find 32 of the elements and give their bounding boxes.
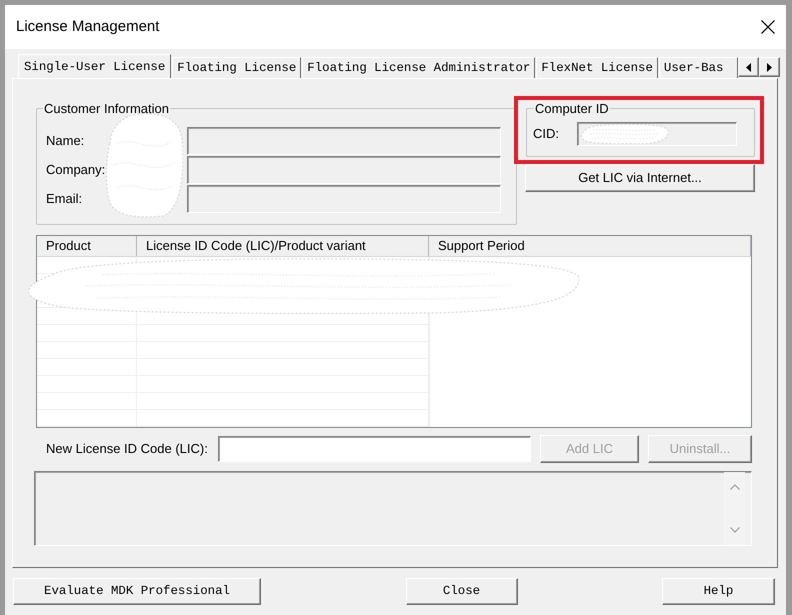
- scroll-left-button[interactable]: [738, 57, 759, 77]
- read-only-field[interactable]: [187, 156, 501, 184]
- get-lic-button[interactable]: Get LIC via Internet...: [525, 164, 755, 192]
- group-title: Computer ID: [534, 101, 610, 116]
- tab[interactable]: Floating License Administrator: [302, 57, 536, 78]
- tab[interactable]: User-Bas: [658, 57, 738, 78]
- close-icon: [761, 20, 775, 34]
- field-label: Email:: [46, 190, 84, 208]
- window-title: License Management: [16, 16, 160, 37]
- chevron-down-icon: [730, 527, 740, 533]
- column-header[interactable]: Product: [37, 236, 137, 256]
- read-only-field[interactable]: [187, 127, 501, 155]
- right-triangle-icon: [767, 62, 772, 72]
- tab[interactable]: Single-User License: [18, 54, 172, 78]
- chevron-up-icon: [730, 484, 740, 490]
- message-area[interactable]: [34, 471, 752, 546]
- tab[interactable]: Floating License: [172, 57, 302, 78]
- column-header[interactable]: Support Period: [429, 236, 751, 256]
- scroll-right-button[interactable]: [759, 57, 780, 77]
- group-title: Customer Information: [43, 101, 170, 116]
- lic-input-field[interactable]: [218, 436, 531, 462]
- footer-button[interactable]: Close: [406, 578, 518, 605]
- field-label: Company:: [46, 161, 106, 180]
- tab[interactable]: FlexNet License: [536, 57, 658, 78]
- field-label: Name:: [46, 132, 86, 150]
- footer-button[interactable]: Evaluate MDK Professional: [13, 578, 261, 605]
- field-label: New License ID Code (LIC):: [46, 440, 209, 458]
- read-only-field[interactable]: [187, 185, 501, 213]
- left-triangle-icon: [746, 62, 751, 72]
- column-header[interactable]: License ID Code (LIC)/Product variant: [137, 236, 429, 256]
- field-label: CID:: [533, 125, 560, 144]
- footer-button[interactable]: Help: [662, 578, 775, 605]
